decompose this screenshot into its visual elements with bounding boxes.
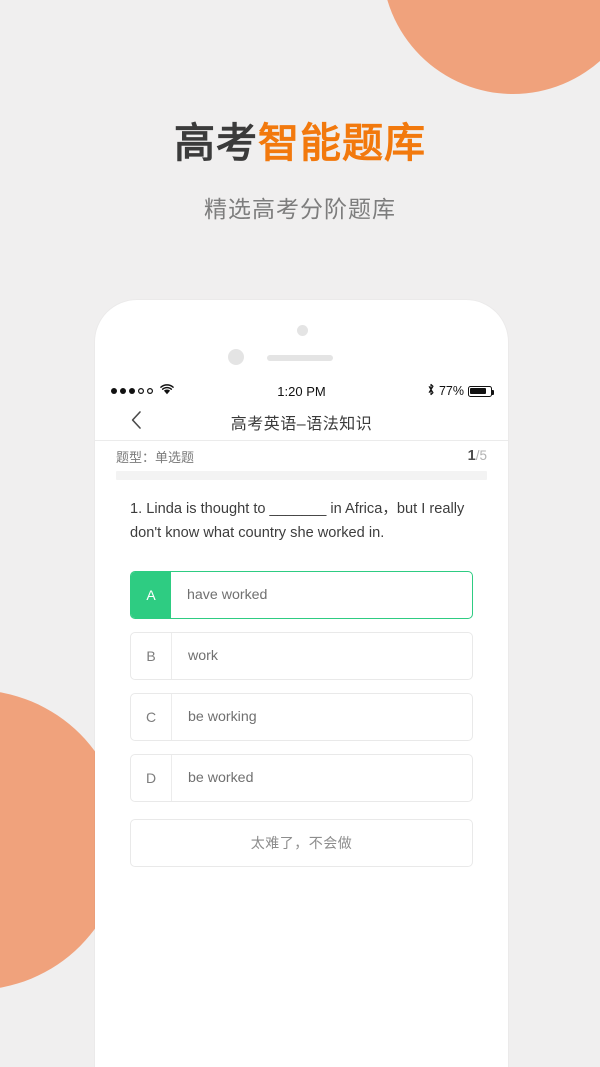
- signal-dot-filled: [120, 388, 126, 394]
- phone-mockup: 1:20 PM 77% 高考英语–语法知识 题型：单选题 1/5 1. Lind…: [95, 300, 508, 1067]
- front-camera-icon: [297, 325, 308, 336]
- option-text-c: be working: [188, 709, 257, 726]
- back-button[interactable]: [131, 411, 142, 434]
- page-title: 高考英语–语法知识: [230, 416, 373, 433]
- decorative-circle-top-right: [382, 0, 600, 94]
- signal-dot-empty: [147, 388, 153, 394]
- nav-bar: 高考英语–语法知识: [95, 404, 508, 441]
- signal-dot-filled: [111, 388, 117, 394]
- promo-headline-accent: 智能题库: [258, 120, 426, 166]
- question-progress: 1/5: [468, 448, 487, 464]
- status-bar-right: 77%: [427, 383, 495, 399]
- question-meta-row: 题型：单选题 1/5: [95, 441, 508, 471]
- earpiece-speaker: [267, 355, 333, 361]
- promo-headline-plain: 高考: [174, 120, 258, 166]
- option-text-d: be worked: [188, 770, 254, 787]
- phone-screen: 1:20 PM 77% 高考英语–语法知识 题型：单选题 1/5 1. Lind…: [95, 378, 508, 1067]
- bluetooth-icon: [427, 383, 435, 399]
- option-row-c[interactable]: C be working: [130, 693, 473, 742]
- phone-bezel-top: [95, 300, 508, 378]
- signal-dot-filled: [129, 388, 135, 394]
- chevron-left-icon: [131, 411, 141, 429]
- option-row-b[interactable]: B work: [130, 632, 473, 681]
- promo-stage: 高考智能题库 精选高考分阶题库 1:20 PM 77% 高考英语–语法知识 题型…: [0, 0, 600, 1067]
- option-letter-a: A: [131, 572, 171, 619]
- sensor-dot-icon: [228, 349, 244, 365]
- option-letter-d: D: [131, 755, 172, 802]
- status-bar: 1:20 PM 77%: [95, 378, 508, 404]
- answer-options-list: A have worked B work C be working D be w…: [95, 571, 508, 803]
- wifi-icon: [160, 384, 174, 398]
- option-row-a[interactable]: A have worked: [130, 571, 473, 620]
- promo-headline: 高考智能题库: [0, 120, 600, 167]
- battery-icon: [468, 385, 495, 397]
- promo-subtitle: 精选高考分阶题库: [204, 196, 396, 222]
- battery-percent-label: 77%: [438, 384, 464, 398]
- section-divider-bar: [116, 471, 487, 480]
- option-text-a: have worked: [187, 587, 268, 604]
- signal-indicator: [111, 384, 174, 398]
- too-hard-button[interactable]: 太难了，不会做: [130, 819, 473, 868]
- option-letter-c: C: [131, 694, 172, 741]
- battery-fill: [470, 387, 487, 395]
- question-total-count: 5: [479, 448, 487, 463]
- question-type-label: 题型：单选题: [116, 449, 195, 465]
- option-text-b: work: [188, 648, 218, 665]
- signal-dot-empty: [138, 388, 144, 394]
- question-text: 1. Linda is thought to _______ in Africa…: [130, 501, 465, 541]
- question-current-index: 1: [467, 448, 476, 464]
- option-row-d[interactable]: D be worked: [130, 754, 473, 803]
- option-letter-b: B: [131, 633, 172, 680]
- battery-nub: [492, 389, 495, 395]
